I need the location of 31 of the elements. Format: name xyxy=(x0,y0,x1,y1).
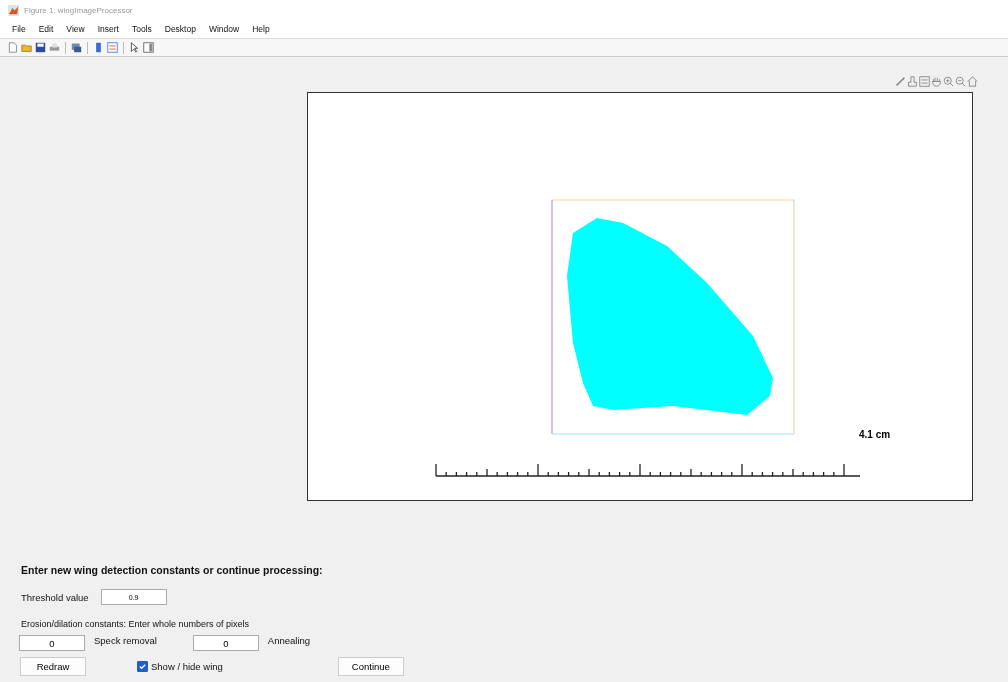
window-title: Figure 1: wingImageProcessor xyxy=(24,5,133,15)
menu-item[interactable]: Tools xyxy=(131,24,152,34)
pointer-icon[interactable] xyxy=(129,42,140,53)
threshold-label: Threshold value xyxy=(21,591,89,603)
show-wing-checkbox[interactable] xyxy=(137,661,148,672)
zoom-out-icon[interactable] xyxy=(955,76,966,87)
menu-item[interactable]: Window xyxy=(208,24,240,34)
redraw-button[interactable]: Redraw xyxy=(20,657,86,676)
speck-removal-field[interactable]: 0 xyxy=(19,635,85,651)
menu-item[interactable]: View xyxy=(66,24,85,34)
panel-icon[interactable] xyxy=(143,42,154,53)
annealing-label: Annealing xyxy=(267,635,311,646)
new-file-icon[interactable] xyxy=(7,42,18,53)
menu-item[interactable]: Insert xyxy=(97,24,119,34)
menu-item[interactable]: Edit xyxy=(38,24,54,34)
speck-removal-label: Speck removal xyxy=(94,635,157,646)
annealing-field[interactable]: 0 xyxy=(192,635,259,651)
menu-item[interactable]: File xyxy=(12,24,26,34)
save-icon[interactable] xyxy=(35,42,46,53)
continue-button[interactable]: Continue xyxy=(337,657,404,676)
home-icon[interactable] xyxy=(967,76,978,87)
menu-item[interactable]: Help xyxy=(252,24,270,34)
legend-icon[interactable] xyxy=(107,42,118,53)
zoom-in-icon[interactable] xyxy=(943,76,954,87)
app-icon xyxy=(8,4,19,16)
list-icon[interactable] xyxy=(919,76,930,87)
scale-label: 4.1 cm xyxy=(859,429,891,440)
menu-item[interactable]: Desktop xyxy=(164,24,196,34)
show-wing-label: Show / hide wing xyxy=(151,661,223,672)
panel-heading: Enter new wing detection constants or continue processing: xyxy=(21,564,324,576)
erosion-note: Erosion/dilation constants: Enter whole numbers of pixels xyxy=(21,619,251,629)
